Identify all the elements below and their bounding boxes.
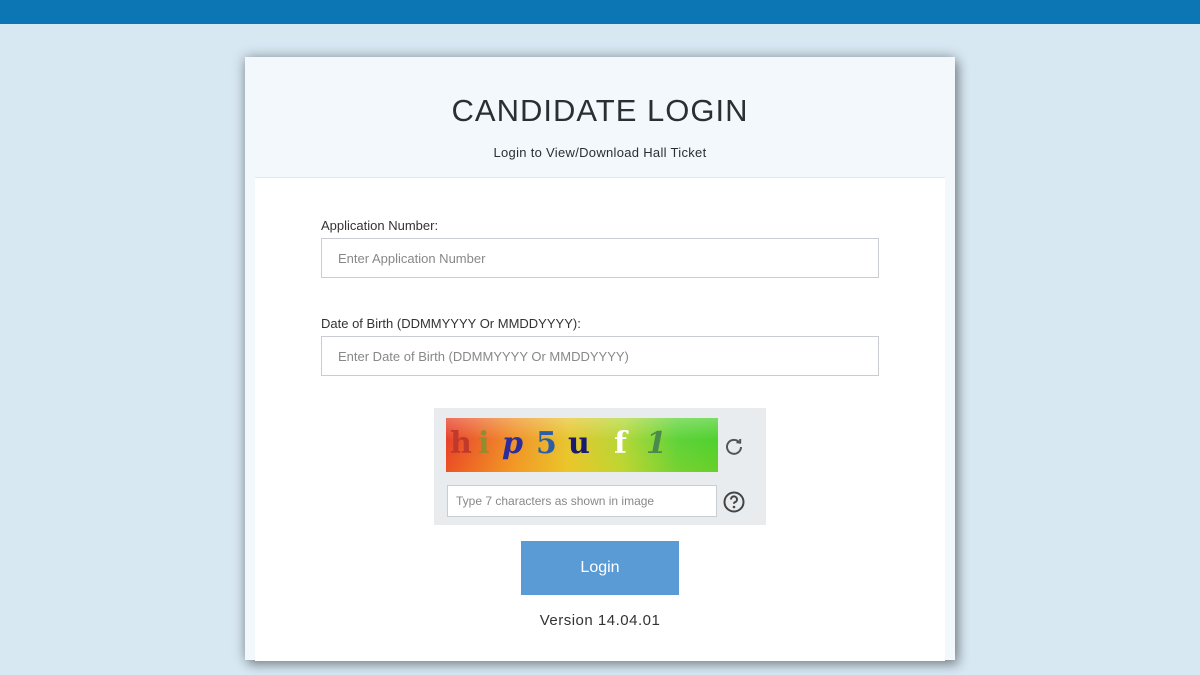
page-title: CANDIDATE LOGIN bbox=[451, 93, 749, 128]
date-of-birth-label: Date of Birth (DDMMYYYY Or MMDDYYYY): bbox=[321, 316, 581, 331]
version-label: Version 14.04.01 bbox=[539, 612, 661, 629]
refresh-icon[interactable] bbox=[722, 434, 746, 458]
captcha-input[interactable] bbox=[447, 485, 717, 517]
captcha-character: u bbox=[568, 426, 590, 461]
application-number-label: Application Number: bbox=[321, 218, 439, 233]
application-number-input[interactable] bbox=[321, 238, 879, 278]
captcha-panel: hip5uf1 bbox=[434, 408, 766, 525]
date-of-birth-input[interactable] bbox=[321, 336, 879, 376]
top-bar bbox=[0, 0, 1200, 24]
login-form: Application Number: Date of Birth (DDMMY… bbox=[255, 177, 945, 661]
captcha-character: 5 bbox=[536, 426, 557, 461]
login-button[interactable]: Login bbox=[521, 541, 679, 595]
captcha-character: h bbox=[450, 426, 472, 461]
captcha-character: 1 bbox=[646, 426, 667, 461]
card-header: CANDIDATE LOGIN Login to View/Download H… bbox=[245, 57, 955, 177]
help-icon[interactable] bbox=[722, 490, 746, 514]
captcha-character: p bbox=[502, 426, 523, 461]
login-card: CANDIDATE LOGIN Login to View/Download H… bbox=[245, 57, 955, 661]
page-subtitle: Login to View/Download Hall Ticket bbox=[493, 145, 707, 160]
captcha-character: f bbox=[614, 426, 627, 461]
captcha-character: i bbox=[478, 426, 490, 461]
captcha-image: hip5uf1 bbox=[446, 418, 718, 472]
